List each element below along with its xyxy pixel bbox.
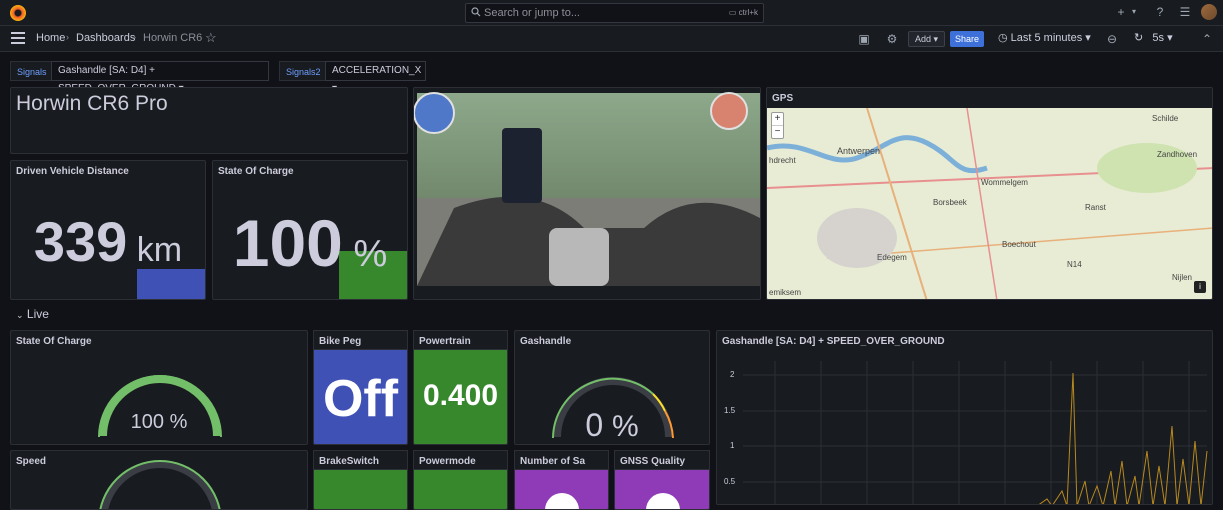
add-button[interactable]: Add ▾ [908, 31, 946, 47]
breadcrumb-dashboards[interactable]: Dashboards [76, 32, 135, 44]
refresh-picker[interactable]: ↻ 5s ▾ [1134, 31, 1173, 44]
dashboard-heading: Horwin CR6 Pro [16, 92, 168, 115]
panel-title: Number of Sa [520, 456, 586, 467]
y-tick-label: 0.5 [724, 477, 736, 486]
camera-panel [413, 87, 761, 300]
breadcrumb-separator-icon: › [66, 32, 69, 42]
panel-header: BrakeSwitch [313, 450, 408, 470]
grafana-logo-icon[interactable] [10, 5, 26, 21]
map-label: Wommelgem [981, 178, 1028, 187]
stat-circle [545, 493, 579, 509]
soc-stat-panel: State Of Charge 100 % [212, 160, 408, 300]
avatar[interactable] [1201, 4, 1217, 20]
map-label: Nijlen [1172, 273, 1193, 282]
y-tick-label: 1.5 [724, 406, 736, 415]
map-label: N14 [1067, 260, 1082, 269]
panel-title: GNSS Quality [620, 456, 686, 467]
star-icon[interactable]: ☆ [205, 30, 217, 46]
top-bar: Search or jump to... ▭ ctrl+k + ▾ ? ☰ [0, 0, 1223, 26]
chevron-down-icon: ⌄ [16, 310, 24, 320]
map-tiles [767, 108, 1212, 299]
map-label: Ranst [1085, 203, 1106, 212]
search-input[interactable]: Search or jump to... ▭ ctrl+k [465, 3, 764, 23]
search-icon [471, 7, 481, 17]
map-label: Antwerpen [837, 146, 881, 156]
timeseries-plot [743, 361, 1208, 504]
y-tick-label: 1 [730, 441, 735, 450]
gps-panel: GPS Antwerpen Schilde Zandhoven Wommelge… [766, 87, 1213, 300]
row-live[interactable]: ⌄ Live [16, 307, 49, 321]
panel-title: Powertrain [419, 336, 471, 347]
variable-select-signals[interactable]: Gashandle [SA: D4] + SPEED_OVER_GROUND ▾ [51, 61, 269, 94]
search-placeholder: Search or jump to... [484, 7, 580, 19]
breadcrumb-current: Horwin CR6 [143, 32, 203, 44]
breadcrumb-home[interactable]: Home [36, 32, 65, 44]
y-tick-label: 2 [730, 370, 735, 379]
timeseries-panel: Gashandle [SA: D4] + SPEED_OVER_GROUND 2… [716, 330, 1213, 505]
help-icon[interactable]: ? [1153, 5, 1167, 19]
camera-image [414, 92, 760, 286]
header-panel: Horwin CR6 Pro [10, 87, 408, 154]
stat-value: 100 % [232, 206, 388, 280]
map-label: Edegem [877, 253, 907, 262]
map-view[interactable]: Antwerpen Schilde Zandhoven Wommelgem Bo… [767, 108, 1212, 299]
chevron-down-icon[interactable]: ▾ [1127, 5, 1141, 19]
variable-label-signals: Signals [10, 61, 54, 81]
gauge-arc [99, 460, 221, 509]
panel-header: Powertrain [413, 330, 508, 350]
zoom-out-icon[interactable]: ⊖ [1105, 32, 1119, 46]
stat-value: 339 km [33, 210, 183, 273]
panel-title: BrakeSwitch [319, 456, 380, 467]
menu-icon[interactable] [11, 32, 25, 44]
variable-select-signals2[interactable]: ACCELERATION_X ▾ [325, 61, 426, 94]
panel-title: GPS [772, 93, 794, 104]
gauge-value: 100 % [130, 411, 188, 433]
settings-gear-icon[interactable]: ⚙ [885, 32, 899, 46]
panel-title: Bike Peg [319, 336, 362, 347]
collapse-icon[interactable]: ⌃ [1200, 32, 1214, 46]
map-label: emiksem [769, 288, 802, 297]
map-info-button[interactable]: i [1194, 281, 1206, 293]
save-icon[interactable]: ▣ [857, 32, 871, 46]
zoom-in-button[interactable]: + [772, 113, 783, 125]
grid-lines [743, 361, 1207, 504]
stat-value: Off [322, 370, 399, 428]
map-label: Schilde [1152, 114, 1179, 123]
zoom-out-button[interactable]: − [772, 125, 783, 138]
speed-panel: Speed [10, 450, 308, 510]
gauge-track-arc [100, 460, 220, 509]
plus-icon[interactable]: + [1114, 5, 1128, 19]
variable-label-signals2: Signals2 [279, 61, 328, 81]
panel-header: Bike Peg [313, 330, 408, 350]
map-zoom-control: + − [771, 112, 784, 139]
panel-title: Powermode [419, 456, 476, 467]
stat-value: 0.400 [422, 379, 499, 412]
panel-header: Number of Sa [514, 450, 609, 470]
gauge-value: 0 % [585, 407, 639, 443]
map-label: Borsbeek [933, 198, 967, 207]
shortcut-hint: ▭ ctrl+k [728, 8, 758, 17]
series-line [1038, 372, 1208, 504]
panel-header: Powermode [413, 450, 508, 470]
news-icon[interactable]: ☰ [1178, 5, 1192, 19]
time-range-picker[interactable]: ◷ Last 5 minutes ▾ [998, 31, 1091, 47]
map-label: hdrecht [769, 156, 796, 165]
map-label: Zandhoven [1157, 150, 1198, 159]
distance-stat-panel: Driven Vehicle Distance 339 km [10, 160, 206, 300]
stat-circle [646, 493, 680, 509]
share-button[interactable]: Share [950, 31, 985, 47]
panel-header: GNSS Quality [614, 450, 710, 470]
dashboard-nav-bar: Home › Dashboards › Horwin CR6 ☆ ▣ ⚙ Add… [0, 26, 1223, 52]
soc-gauge-panel: State Of Charge 100 % [10, 330, 308, 445]
map-label: Boechout [1002, 240, 1036, 249]
breadcrumb-separator-icon: › [133, 32, 136, 42]
gashandle-gauge-panel: Gashandle 0 % [514, 330, 710, 445]
